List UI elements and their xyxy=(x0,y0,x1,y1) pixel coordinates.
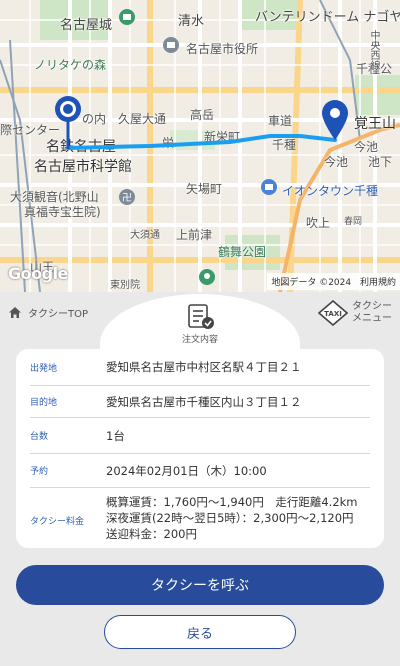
fare-values: 概算運賃：1,760円～1,940円 走行距離4.2km 深夜運賃(22時～翌日… xyxy=(106,494,358,542)
fare-pickup: 送迎料金：200円 xyxy=(106,527,197,541)
destination-row: 目的地 愛知県名古屋市千種区内山３丁目１２ xyxy=(30,386,370,418)
count-value: 1台 xyxy=(106,428,125,443)
origin-label: 出発地 xyxy=(30,363,58,374)
taxi-top-label: タクシーTOP xyxy=(28,309,89,320)
order-details-card: 出発地 愛知県名古屋市中村区名駅４丁目２１ 目的地 愛知県名古屋市千種区内山３丁… xyxy=(16,349,384,548)
count-row: 台数 1台 xyxy=(30,418,370,454)
count-label: 台数 xyxy=(30,432,49,442)
taxi-menu-button[interactable]: TAXI タクシー メニュー xyxy=(318,300,392,326)
destination-label: 目的地 xyxy=(30,398,58,408)
google-logo[interactable]: Google xyxy=(8,264,68,283)
terms-link[interactable]: 利用規約 xyxy=(360,278,396,288)
fare-late-night: 深夜運賃(22時～翌日5時）：2,300円～2,120円 xyxy=(106,511,354,525)
order-contents-label: 注文内容 xyxy=(181,335,218,345)
map-attribution: 地図データ ©2024 利用規約 xyxy=(267,273,400,290)
fare-label: タクシー料金 xyxy=(30,517,85,527)
destination-pin-icon[interactable] xyxy=(320,98,350,142)
origin-pin-icon[interactable] xyxy=(54,95,82,151)
order-list-icon xyxy=(188,304,214,329)
reservation-label: 予約 xyxy=(30,467,49,477)
destination-value: 愛知県名古屋市千種区内山３丁目１２ xyxy=(106,394,302,409)
taxi-sign-icon: TAXI xyxy=(318,300,348,326)
route-map[interactable]: 名古屋城 清水 バンテリンドーム ナゴヤ ノリタケの森 名古屋市役所 千種公 久… xyxy=(0,0,400,292)
reservation-row: 予約 2024年02月01日（木）10:00 xyxy=(30,454,370,488)
taxi-sign-text: TAXI xyxy=(324,310,342,318)
menu-label-line1: タクシー xyxy=(352,301,392,312)
menu-label-line2: メニュー xyxy=(352,313,392,324)
origin-value: 愛知県名古屋市中村区名駅４丁目２１ xyxy=(106,360,302,374)
reservation-value: 2024年02月01日（木）10:00 xyxy=(106,463,267,478)
fare-row: タクシー料金 概算運賃：1,760円～1,940円 走行距離4.2km 深夜運賃… xyxy=(30,488,370,548)
taxi-top-link[interactable]: タクシーTOP xyxy=(8,305,88,320)
fare-estimate: 概算運賃：1,760円～1,940円 走行距離4.2km xyxy=(106,495,358,509)
origin-row: 出発地 愛知県名古屋市中村区名駅４丁目２１ xyxy=(30,349,370,386)
attribution-data: 地図データ ©2024 xyxy=(271,278,352,288)
home-icon xyxy=(9,307,21,318)
call-taxi-button[interactable]: タクシーを呼ぶ xyxy=(16,565,384,605)
back-button[interactable]: 戻る xyxy=(104,615,296,649)
tab-order-contents[interactable]: 注文内容 xyxy=(170,304,230,345)
